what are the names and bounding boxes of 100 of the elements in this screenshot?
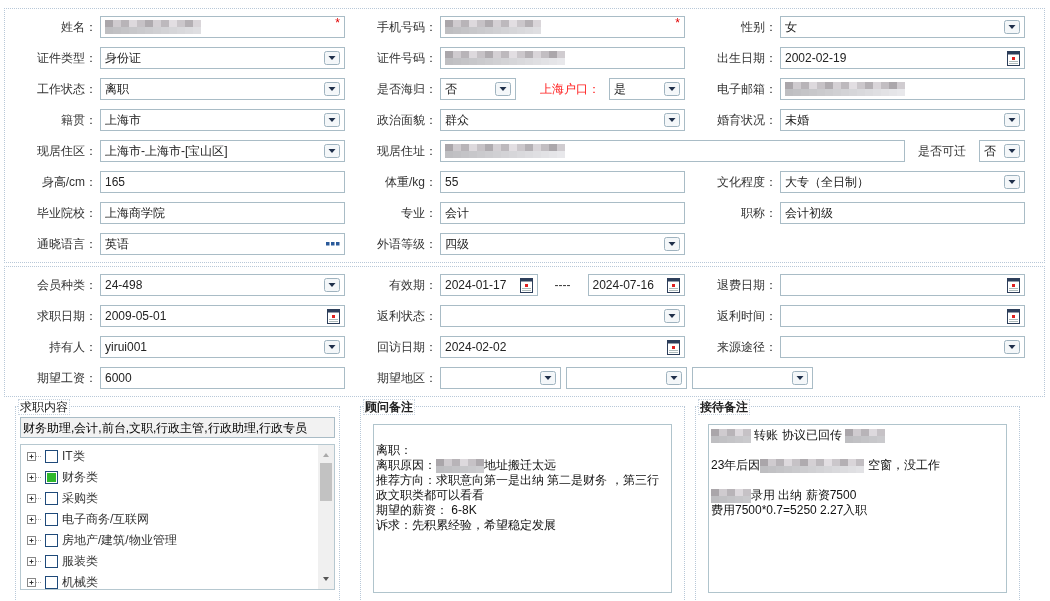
date-field[interactable]: 2002-02-19 <box>780 47 1025 69</box>
tree-item[interactable]: IT类 <box>62 447 85 465</box>
text-field[interactable] <box>440 47 685 69</box>
dropdown-icon[interactable] <box>1004 144 1020 158</box>
dropdown-icon[interactable] <box>1004 175 1020 189</box>
select-field[interactable]: 女 <box>780 16 1025 38</box>
select-field[interactable]: 否 <box>440 78 516 100</box>
date-field[interactable] <box>780 305 1025 327</box>
dropdown-icon[interactable] <box>324 113 340 127</box>
select-field[interactable] <box>440 305 685 327</box>
dropdown-icon[interactable] <box>324 144 340 158</box>
dropdown-icon[interactable] <box>664 82 680 96</box>
text-field[interactable]: 会计初级 <box>780 202 1025 224</box>
date-field[interactable] <box>780 274 1025 296</box>
text-field[interactable] <box>440 140 905 162</box>
field-label: 现居住址： <box>376 143 437 160</box>
select-field[interactable] <box>440 367 561 389</box>
select-field[interactable]: 否 <box>979 140 1025 162</box>
date-field[interactable]: 2024-07-16 <box>587 274 685 296</box>
tree-item[interactable]: 财务类 <box>62 468 98 486</box>
text-field[interactable]: * <box>100 16 345 38</box>
expand-icon[interactable] <box>27 577 41 587</box>
dropdown-icon[interactable] <box>664 113 680 127</box>
dropdown-icon[interactable] <box>792 371 808 385</box>
checkbox[interactable] <box>45 491 58 505</box>
field-label: 电子邮箱： <box>716 81 777 98</box>
select-field[interactable]: 上海市 <box>100 109 345 131</box>
dropdown-icon[interactable] <box>1004 20 1020 34</box>
dropdown-icon[interactable] <box>666 371 682 385</box>
checkbox[interactable] <box>45 554 58 568</box>
lookup-field[interactable]: 英语 <box>100 233 345 255</box>
calendar-icon[interactable] <box>1007 50 1020 66</box>
select-field[interactable]: 离职 <box>100 78 345 100</box>
select-field[interactable] <box>692 367 813 389</box>
select-field[interactable]: 群众 <box>440 109 685 131</box>
notes-area[interactable]: 离职： 离职原因： 地址搬迁太远 推荐方向：求职意向第一是出纳 第二是财务 ，第三行政文职类都可以看看 期望的薪资： 6-8K 诉求：先积累经验，希望稳定发展 <box>373 424 672 593</box>
checkbox[interactable] <box>45 470 58 484</box>
date-field[interactable]: 2009-05-01 <box>100 305 345 327</box>
calendar-icon[interactable] <box>1007 277 1020 293</box>
field-label: 专业： <box>400 205 437 222</box>
tree-item[interactable]: 房地产/建筑/物业管理 <box>62 531 177 549</box>
select-field[interactable]: 24-498 <box>100 274 345 296</box>
dropdown-icon[interactable] <box>495 82 511 96</box>
expand-icon[interactable] <box>27 535 41 545</box>
dropdown-icon[interactable] <box>324 51 340 65</box>
expand-icon[interactable] <box>27 451 41 461</box>
select-field[interactable] <box>566 367 687 389</box>
select-field[interactable]: 未婚 <box>780 109 1025 131</box>
field-label: 会员种类： <box>36 277 97 294</box>
summary-field[interactable]: 财务助理,会计,前台,文职,行政主管,行政助理,行政专员 <box>20 417 335 438</box>
dropdown-icon[interactable] <box>324 82 340 96</box>
dropdown-icon[interactable] <box>540 371 556 385</box>
dropdown-icon[interactable] <box>1004 113 1020 127</box>
more-icon[interactable] <box>326 242 340 246</box>
dropdown-icon[interactable] <box>664 309 680 323</box>
text-field[interactable]: 6000 <box>100 367 345 389</box>
dropdown-icon[interactable] <box>664 237 680 251</box>
expand-icon[interactable] <box>27 472 41 482</box>
note-text: 离职： <box>376 443 412 458</box>
checkbox[interactable] <box>45 575 58 589</box>
checkbox[interactable] <box>45 533 58 547</box>
calendar-icon[interactable] <box>667 339 680 355</box>
checkbox[interactable] <box>45 449 58 463</box>
date-field[interactable]: 2024-02-02 <box>440 336 685 358</box>
calendar-icon[interactable] <box>327 308 340 324</box>
text-field[interactable]: 会计 <box>440 202 685 224</box>
text-field[interactable]: 55 <box>440 171 685 193</box>
text-field[interactable]: 上海商学院 <box>100 202 345 224</box>
text-field[interactable] <box>780 78 1025 100</box>
calendar-icon[interactable] <box>1007 308 1020 324</box>
field-label: 婚育状况： <box>716 112 777 129</box>
note-text: 地址搬迁太远 <box>484 458 556 473</box>
dropdown-icon[interactable] <box>324 340 340 354</box>
select-field[interactable]: 身份证 <box>100 47 345 69</box>
select-field[interactable]: 上海市-上海市-[宝山区] <box>100 140 345 162</box>
expand-icon[interactable] <box>27 514 41 524</box>
notes-area[interactable]: 转账 协议已回传 23年后因 空窗，没工作 录用 出纳 薪资7500 费用7500*0.7=5250 2.27入职 <box>708 424 1007 593</box>
scrollbar[interactable] <box>318 445 334 589</box>
tree-item[interactable]: 采购类 <box>62 489 98 507</box>
checkbox[interactable] <box>45 512 58 526</box>
tree-item[interactable]: 机械类 <box>62 573 98 589</box>
field-label: 是否海归： <box>376 81 437 98</box>
tree-item[interactable]: 服装类 <box>62 552 98 570</box>
expand-icon[interactable] <box>27 556 41 566</box>
text-field[interactable]: 165 <box>100 171 345 193</box>
select-field[interactable]: 大专（全日制） <box>780 171 1025 193</box>
tree-item[interactable]: 电子商务/互联网 <box>62 510 150 528</box>
select-field[interactable]: 是 <box>609 78 685 100</box>
field-label: 通晓语言： <box>36 236 97 253</box>
calendar-icon[interactable] <box>667 277 680 293</box>
calendar-icon[interactable] <box>519 277 533 293</box>
expand-icon[interactable] <box>27 493 41 503</box>
note-text: 诉求：先积累经验，希望稳定发展 <box>376 518 556 533</box>
select-field[interactable]: yirui001 <box>100 336 345 358</box>
date-field[interactable]: 2024-01-17 <box>440 274 538 296</box>
select-field[interactable] <box>780 336 1025 358</box>
dropdown-icon[interactable] <box>1004 340 1020 354</box>
text-field[interactable]: * <box>440 16 685 38</box>
dropdown-icon[interactable] <box>324 278 340 292</box>
select-field[interactable]: 四级 <box>440 233 685 255</box>
